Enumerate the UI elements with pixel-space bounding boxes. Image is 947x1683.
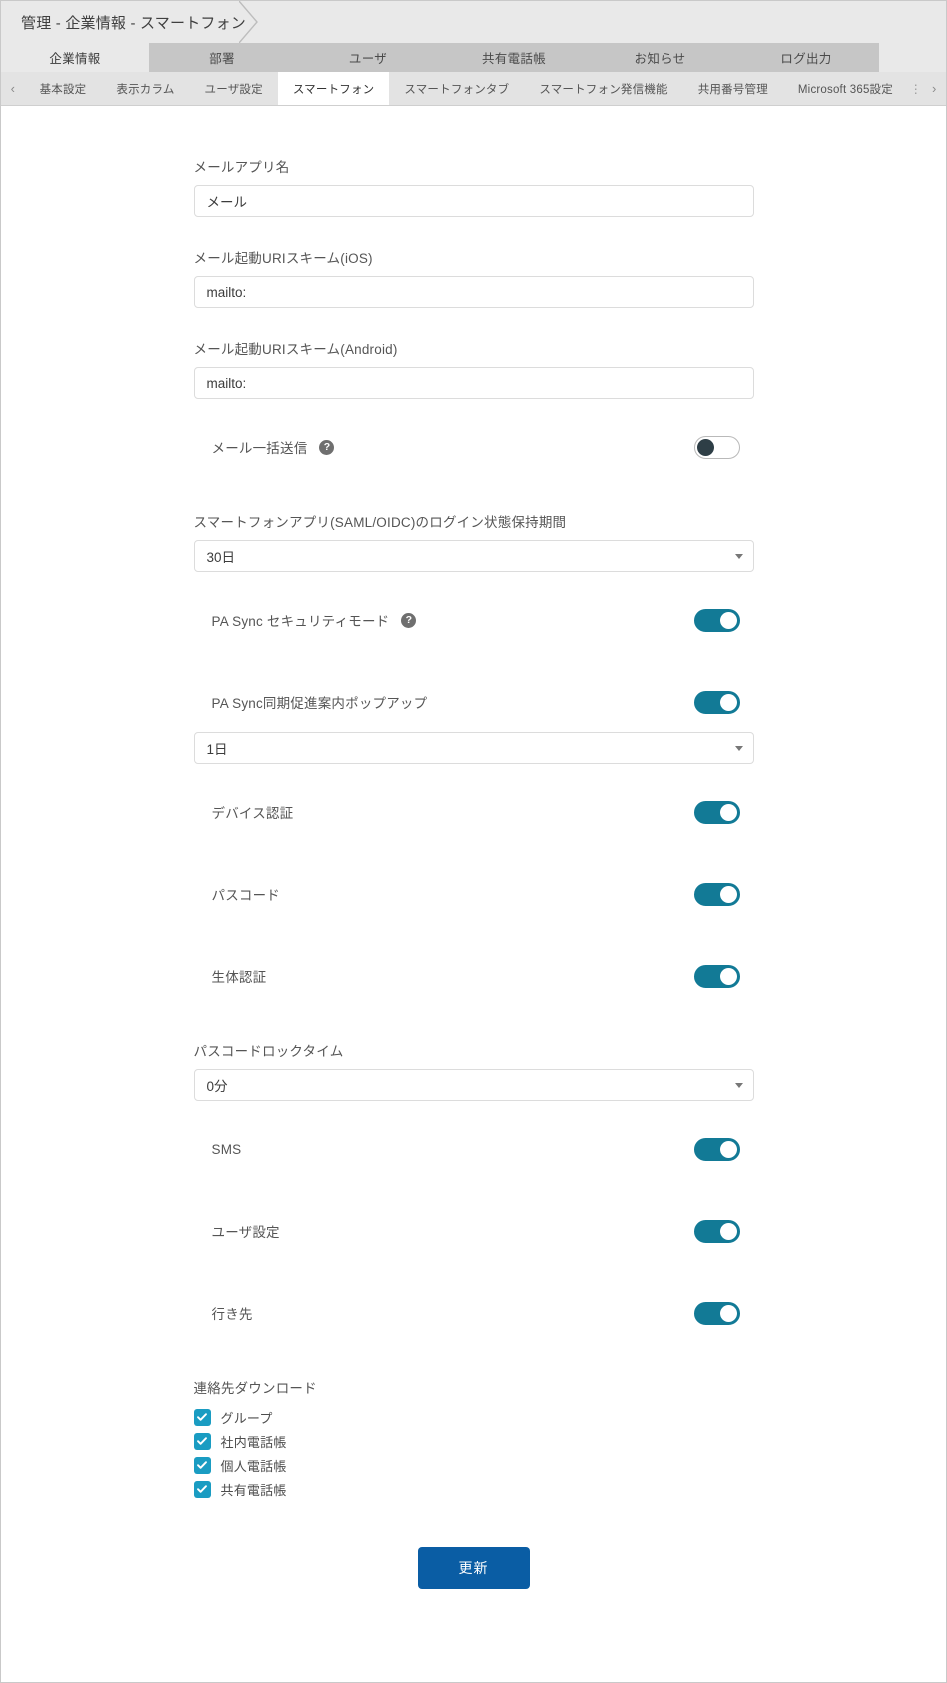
label-contact-download: 連絡先ダウンロード <box>193 1381 317 1396</box>
label-sms: SMS <box>211 1141 242 1157</box>
toggle-pa-sync-popup[interactable] <box>693 690 740 714</box>
label-passcode: パスコード <box>211 888 280 903</box>
toggle-device-auth[interactable] <box>693 800 740 824</box>
toggle-knob <box>719 1222 737 1240</box>
checkbox-label-personal-phonebook: 個人電話帳 <box>220 1458 287 1474</box>
row-pa-sync-popup: PA Sync同期促進案内ポップアップ <box>194 684 754 720</box>
check-icon <box>193 1408 211 1426</box>
label-user-settings: ユーザ設定 <box>211 1225 280 1240</box>
breadcrumb-arrow-icon <box>239 1 265 43</box>
field-mail-uri-android: メール起動URIスキーム(Android) <box>193 338 754 399</box>
chevron-right-icon[interactable]: › <box>922 72 946 105</box>
help-icon-pa-sync-security-mode[interactable]: ? <box>401 612 417 628</box>
toggle-pa-sync-security-mode[interactable] <box>693 608 740 632</box>
overflow-menu-icon[interactable]: ⋮ <box>908 72 923 105</box>
toggle-knob <box>719 1140 737 1158</box>
row-passcode: パスコード <box>194 876 754 912</box>
field-contact-download: 連絡先ダウンロード グループ 社内電話帳 個人電話帳 共有電話帳 <box>193 1377 754 1501</box>
breadcrumb-bar: 管理 - 企業情報 - スマートフォン <box>1 1 946 43</box>
primary-tab-user[interactable]: ユーザ <box>295 43 441 72</box>
primary-tab-shared-phonebook[interactable]: 共有電話帳 <box>441 43 587 72</box>
check-icon <box>193 1480 211 1498</box>
subtab-basic-settings[interactable]: 基本設定 <box>24 72 102 105</box>
field-label-saml-login-retention: スマートフォンアプリ(SAML/OIDC)のログイン状態保持期間 <box>193 515 567 530</box>
toggle-biometric-auth[interactable] <box>693 964 740 988</box>
toggle-knob <box>719 885 737 903</box>
row-destination: 行き先 <box>194 1295 754 1331</box>
label-device-auth: デバイス認証 <box>211 806 294 821</box>
subtab-user-settings[interactable]: ユーザ設定 <box>189 72 278 105</box>
primary-tab-bar: 企業情報 部署 ユーザ 共有電話帳 お知らせ ログ出力 <box>1 43 946 72</box>
check-icon <box>193 1432 211 1450</box>
row-pa-sync-security-mode: PA Sync セキュリティモード ? <box>194 602 754 638</box>
mail-app-name-input[interactable] <box>193 185 754 217</box>
toggle-passcode[interactable] <box>693 882 740 906</box>
field-label-passcode-lock-time: パスコードロックタイム <box>193 1044 344 1059</box>
checkbox-row-group[interactable]: グループ <box>193 1405 754 1429</box>
label-mail-bulk-send: メール一括送信 <box>211 441 308 456</box>
field-pa-sync-popup-interval: 1日 <box>193 732 754 764</box>
subtab-microsoft365-settings[interactable]: Microsoft 365設定 <box>782 72 908 105</box>
help-icon-mail-bulk-send[interactable]: ? <box>319 439 335 455</box>
row-sms: SMS <box>194 1131 754 1167</box>
row-biometric-auth: 生体認証 <box>194 958 754 994</box>
chevron-left-icon[interactable]: ‹ <box>1 72 25 105</box>
primary-tab-notice[interactable]: お知らせ <box>587 43 733 72</box>
check-icon <box>193 1456 211 1474</box>
toggle-knob <box>719 967 737 985</box>
checkbox-label-group: グループ <box>220 1410 273 1426</box>
checkbox-label-internal-phonebook: 社内電話帳 <box>220 1434 287 1450</box>
admin-settings-page: 管理 - 企業情報 - スマートフォン 企業情報 部署 ユーザ 共有電話帳 お知… <box>0 0 947 1683</box>
label-biometric-auth: 生体認証 <box>211 970 267 985</box>
toggle-knob <box>719 693 737 711</box>
subtab-display-columns[interactable]: 表示カラム <box>101 72 190 105</box>
checkbox-label-shared-phonebook: 共有電話帳 <box>220 1482 287 1498</box>
field-label-mail-app-name: メールアプリ名 <box>193 160 290 175</box>
field-mail-uri-ios: メール起動URIスキーム(iOS) <box>193 247 754 308</box>
label-destination: 行き先 <box>211 1307 253 1322</box>
checkbox-row-shared-phonebook[interactable]: 共有電話帳 <box>193 1477 754 1501</box>
field-mail-app-name: メールアプリ名 <box>193 156 754 217</box>
secondary-tab-bar: ‹ 基本設定 表示カラム ユーザ設定 スマートフォン スマートフォンタブ スマー… <box>1 72 946 106</box>
field-label-mail-uri-ios: メール起動URIスキーム(iOS) <box>193 251 373 266</box>
toggle-knob <box>696 438 714 456</box>
passcode-lock-time-select[interactable]: 0分 <box>193 1069 754 1101</box>
checkbox-row-internal-phonebook[interactable]: 社内電話帳 <box>193 1429 754 1453</box>
subtab-smartphone[interactable]: スマートフォン <box>277 72 390 105</box>
primary-tab-log-export[interactable]: ログ出力 <box>733 43 879 72</box>
settings-form: メールアプリ名 メール起動URIスキーム(iOS) メール起動URIスキーム(A… <box>1 106 946 1682</box>
field-label-mail-uri-android: メール起動URIスキーム(Android) <box>193 342 398 357</box>
subtab-smartphone-call-feature[interactable]: スマートフォン発信機能 <box>524 72 683 105</box>
toggle-knob <box>719 1304 737 1322</box>
toggle-user-settings[interactable] <box>693 1219 740 1243</box>
subtab-smartphone-tab[interactable]: スマートフォンタブ <box>389 72 525 105</box>
row-mail-bulk-send: メール一括送信 ? <box>194 429 754 465</box>
mail-uri-android-input[interactable] <box>193 367 754 399</box>
pa-sync-popup-interval-select[interactable]: 1日 <box>193 732 754 764</box>
toggle-sms[interactable] <box>693 1137 740 1161</box>
breadcrumb: 管理 - 企業情報 - スマートフォン <box>1 1 265 43</box>
toggle-destination[interactable] <box>693 1301 740 1325</box>
toggle-knob <box>719 803 737 821</box>
field-saml-login-retention: スマートフォンアプリ(SAML/OIDC)のログイン状態保持期間 30日 <box>193 511 754 572</box>
subtab-shared-number-management[interactable]: 共用番号管理 <box>682 72 783 105</box>
mail-uri-ios-input[interactable] <box>193 276 754 308</box>
row-user-settings: ユーザ設定 <box>194 1213 754 1249</box>
row-device-auth: デバイス認証 <box>194 794 754 830</box>
primary-tab-department[interactable]: 部署 <box>149 43 295 72</box>
field-passcode-lock-time: パスコードロックタイム 0分 <box>193 1040 754 1101</box>
update-button[interactable]: 更新 <box>417 1547 530 1589</box>
saml-login-retention-select[interactable]: 30日 <box>193 540 754 572</box>
label-pa-sync-popup: PA Sync同期促進案内ポップアップ <box>211 696 428 711</box>
submit-row: 更新 <box>194 1547 754 1629</box>
label-pa-sync-security-mode: PA Sync セキュリティモード <box>211 614 390 629</box>
toggle-knob <box>719 611 737 629</box>
toggle-mail-bulk-send[interactable] <box>693 435 740 459</box>
checkbox-row-personal-phonebook[interactable]: 個人電話帳 <box>193 1453 754 1477</box>
primary-tab-company-info[interactable]: 企業情報 <box>1 43 149 72</box>
